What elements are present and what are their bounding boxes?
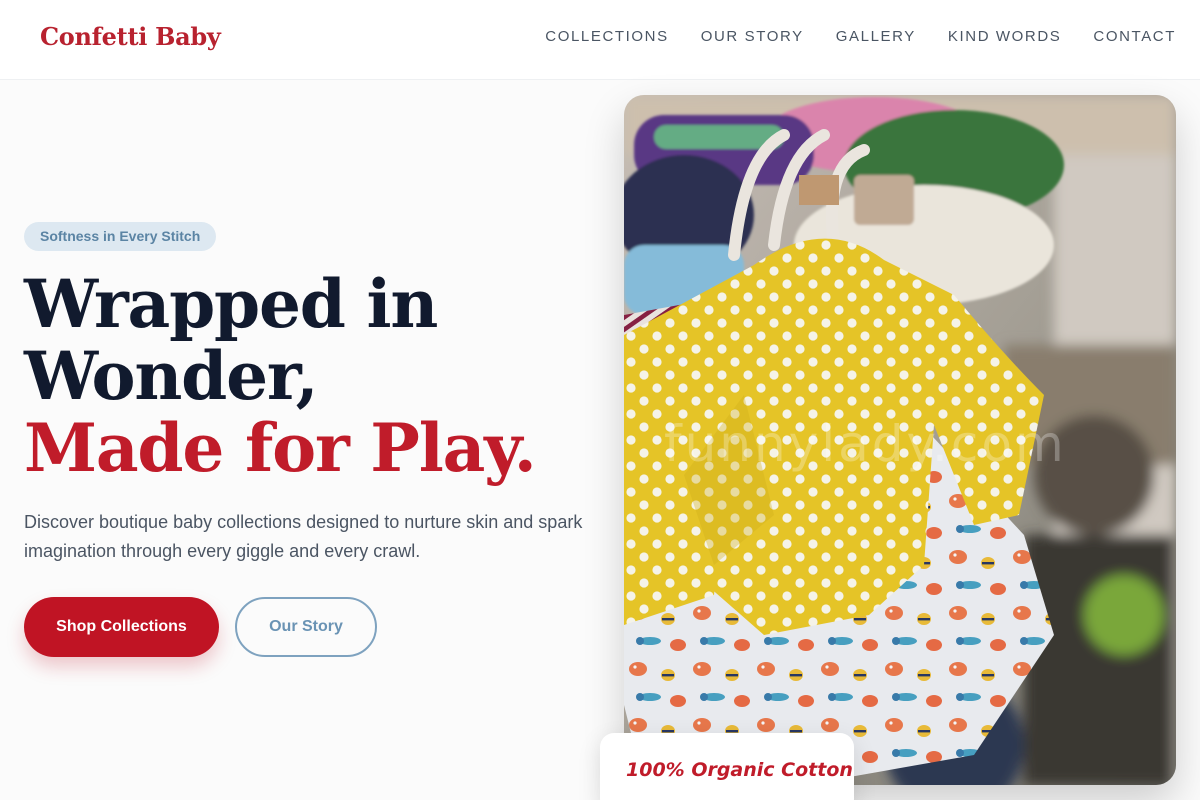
headline-line-2: Wonder, [24, 337, 319, 415]
page: Confetti Baby COLLECTIONS OUR STORY GALL… [0, 0, 1200, 800]
eyebrow-pill: Softness in Every Stitch [24, 222, 217, 251]
organic-cotton-badge: 100% Organic Cotton [600, 733, 854, 800]
hero-headline: Wrapped in Wonder, Made for Play. [24, 268, 604, 484]
our-story-button[interactable]: Our Story [235, 597, 377, 657]
site-header: Confetti Baby COLLECTIONS OUR STORY GALL… [0, 0, 1200, 80]
nav-item-collections[interactable]: COLLECTIONS [545, 28, 668, 45]
hero-image: funnylady.com [624, 95, 1176, 785]
shop-collections-button[interactable]: Shop Collections [24, 597, 219, 657]
nav-item-contact[interactable]: CONTACT [1093, 28, 1176, 45]
brand-logo[interactable]: Confetti Baby [40, 22, 221, 51]
badge-label: 100% Organic Cotton [626, 759, 853, 781]
nav-item-our-story[interactable]: OUR STORY [701, 28, 804, 45]
headline-line-1: Wrapped in [24, 265, 438, 343]
main-nav: COLLECTIONS OUR STORY GALLERY KIND WORDS… [545, 28, 1176, 45]
hero-description: Discover boutique baby collections desig… [24, 512, 583, 561]
headline-line-3: Made for Play. [24, 409, 537, 487]
image-watermark: funnylady.com [664, 415, 1067, 473]
nav-item-kind-words[interactable]: KIND WORDS [948, 28, 1062, 45]
nav-item-gallery[interactable]: GALLERY [836, 28, 916, 45]
